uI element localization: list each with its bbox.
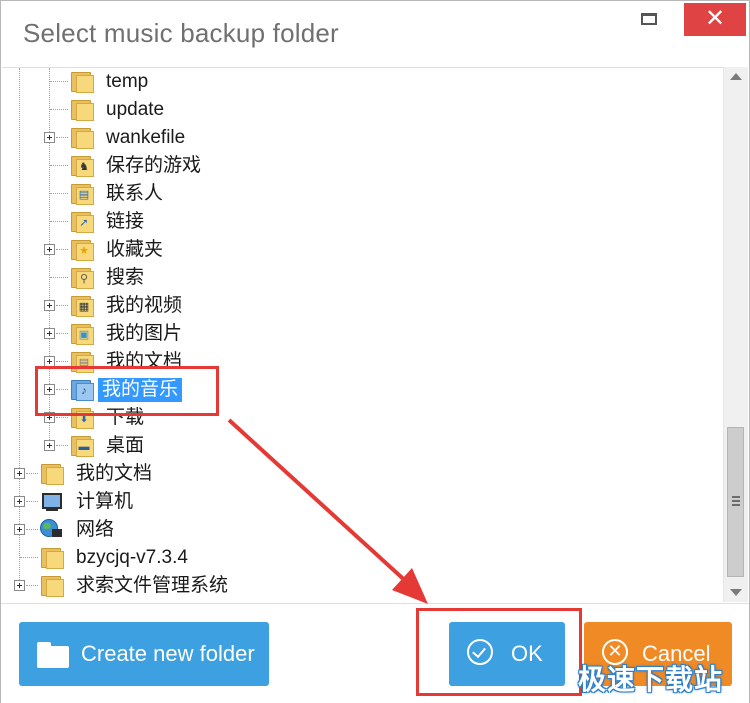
watermark-text: 极速下载站 (578, 664, 724, 695)
annotation-arrow (227, 418, 428, 604)
